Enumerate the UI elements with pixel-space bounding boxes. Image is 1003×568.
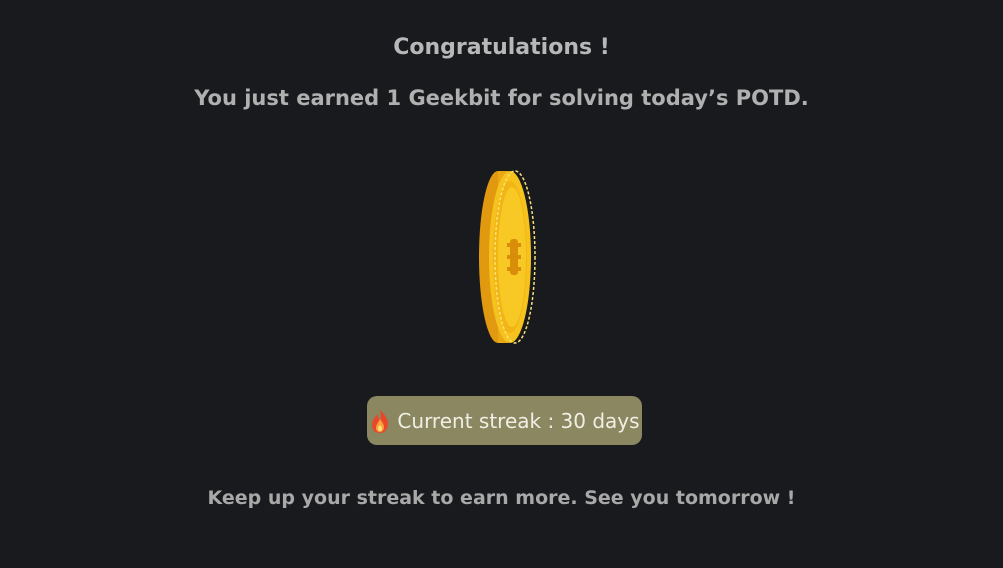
current-streak-badge: Current streak : 30 days — [367, 396, 642, 445]
reward-message: You just earned 1 Geekbit for solving to… — [194, 86, 809, 110]
dialog-title: Congratulations ! — [393, 35, 610, 60]
streak-text: Current streak : 30 days — [397, 408, 640, 433]
reward-dialog: Congratulations ! You just earned 1 Geek… — [0, 0, 1003, 568]
fire-icon — [369, 408, 391, 434]
footer-message: Keep up your streak to earn more. See yo… — [207, 487, 796, 509]
geekbit-coin-icon — [470, 168, 540, 346]
